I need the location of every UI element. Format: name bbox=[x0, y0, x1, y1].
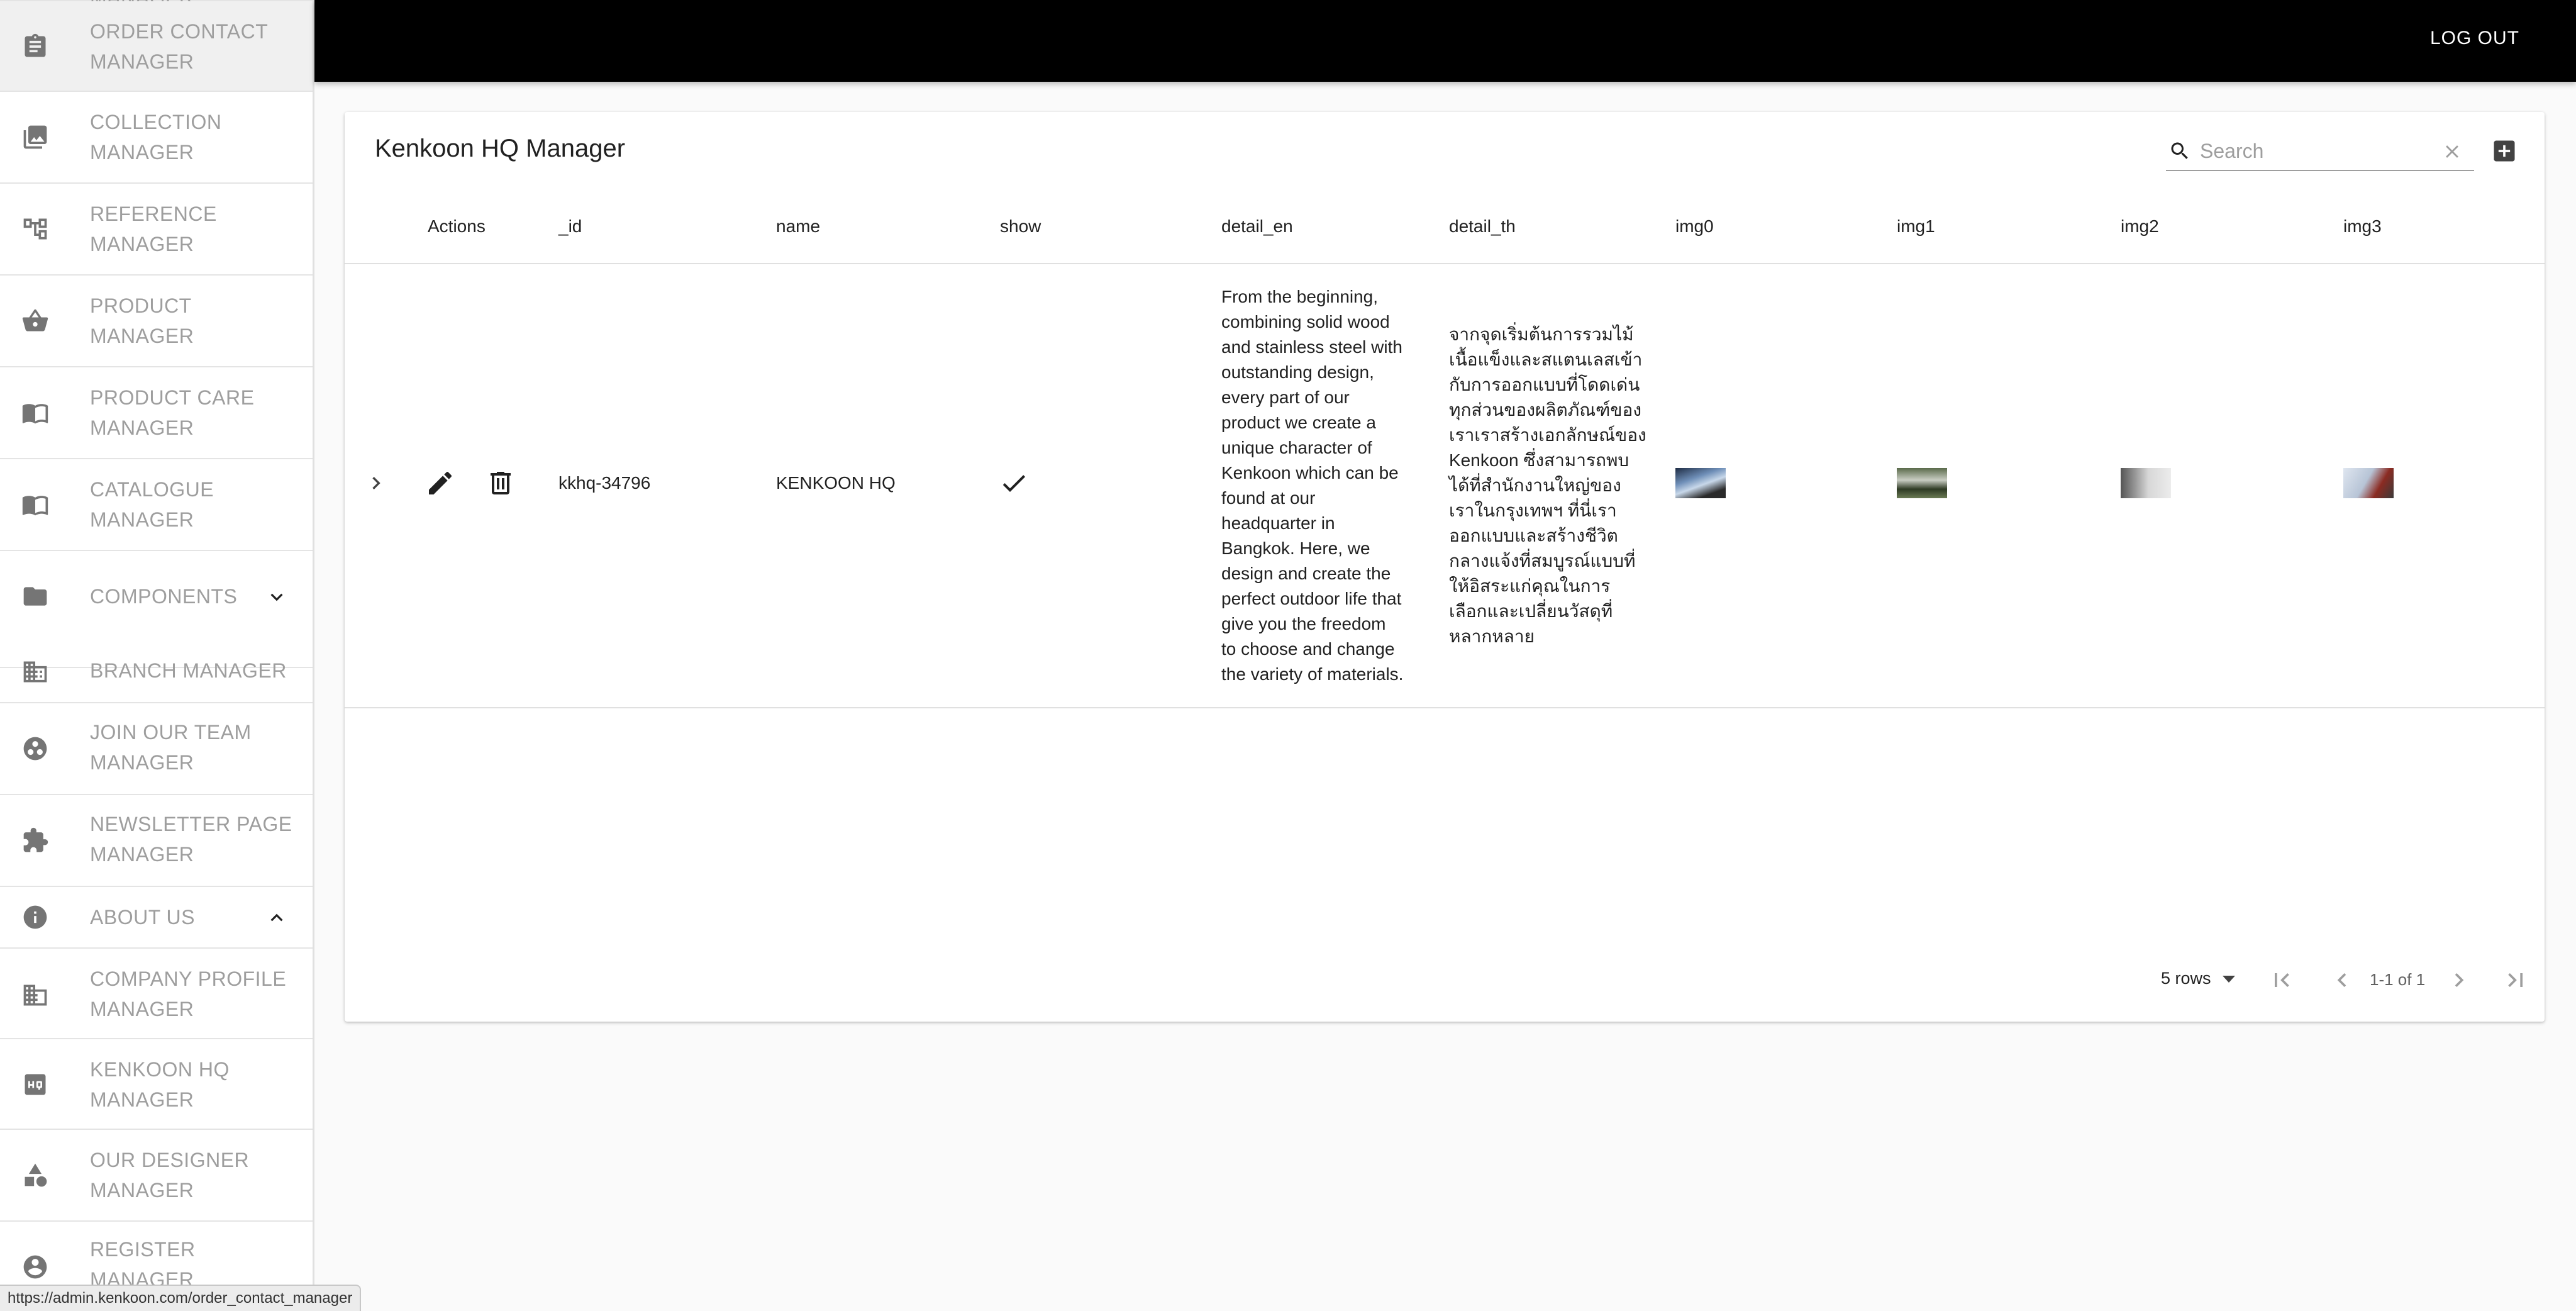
category-icon bbox=[21, 1161, 49, 1189]
sidebar-item-catalogue-manager[interactable]: CATALOGUE MANAGER bbox=[0, 459, 313, 551]
clipboard-icon bbox=[21, 33, 49, 60]
next-page-icon[interactable] bbox=[2445, 966, 2473, 994]
last-page-icon[interactable] bbox=[2502, 966, 2529, 994]
rows-per-page-select[interactable]: 5 rows bbox=[2161, 969, 2235, 988]
thumbnail-img0[interactable] bbox=[1675, 468, 1726, 498]
page-info: 1-1 of 1 bbox=[2370, 970, 2426, 989]
photo-library-icon bbox=[21, 123, 49, 151]
cell-name: KENKOON HQ bbox=[776, 473, 896, 493]
column-header-name[interactable]: name bbox=[776, 216, 820, 237]
folder-icon bbox=[21, 583, 49, 610]
sidebar-item-label: JOIN OUR TEAM MANAGER bbox=[90, 721, 252, 774]
column-header-img2[interactable]: img2 bbox=[2121, 216, 2159, 237]
check-icon bbox=[999, 468, 1029, 498]
sidebar-item-about-us[interactable]: ABOUT US bbox=[0, 887, 313, 949]
dropdown-arrow-icon bbox=[2222, 976, 2235, 983]
hq-icon bbox=[21, 1071, 49, 1098]
domain-icon bbox=[21, 981, 49, 1009]
sidebar-item-label: KENKOON HQ MANAGER bbox=[90, 1058, 230, 1111]
delete-icon[interactable] bbox=[486, 468, 516, 498]
sidebar-item-label: NEWSLETTER PAGE MANAGER bbox=[90, 813, 292, 866]
sidebar-item-label: CATALOGUE MANAGER bbox=[90, 478, 214, 531]
sidebar-item-reference-manager[interactable]: REFERENCE MANAGER bbox=[0, 184, 313, 276]
thumbnail-img2[interactable] bbox=[2121, 468, 2171, 498]
column-header-detail-en[interactable]: detail_en bbox=[1221, 216, 1293, 237]
sidebar-item-order-contact-manager[interactable]: ORDER CONTACT MANAGER bbox=[0, 1, 313, 92]
column-header-img0[interactable]: img0 bbox=[1675, 216, 1714, 237]
info-icon bbox=[21, 903, 49, 931]
thumbnail-img1[interactable] bbox=[1897, 468, 1947, 498]
sidebar-item-label: OUR DESIGNER MANAGER bbox=[90, 1149, 250, 1202]
basket-icon bbox=[21, 307, 49, 335]
table-card: Kenkoon HQ Manager Actions _id name show… bbox=[345, 112, 2545, 1022]
chevron-right-icon[interactable] bbox=[364, 471, 389, 496]
sidebar-item-label: ORDER CONTACT MANAGER bbox=[90, 20, 268, 73]
sidebar-item-label: PRODUCT CARE MANAGER bbox=[90, 386, 255, 439]
rows-per-page-value: 5 rows bbox=[2161, 969, 2211, 988]
first-page-icon[interactable] bbox=[2268, 966, 2296, 994]
sidebar-item-collection-manager[interactable]: COLLECTION MANAGER bbox=[0, 92, 313, 184]
sidebar-item-label: PRODUCT MANAGER bbox=[90, 294, 194, 347]
column-header-id[interactable]: _id bbox=[558, 216, 582, 237]
column-header-img1[interactable]: img1 bbox=[1897, 216, 1935, 237]
search-input[interactable] bbox=[2200, 138, 2426, 164]
column-header-actions: Actions bbox=[428, 216, 486, 236]
chevron-down-icon[interactable] bbox=[265, 585, 289, 609]
status-bar-url: https://admin.kenkoon.com/order_contact_… bbox=[0, 1285, 362, 1311]
extension-icon bbox=[21, 827, 49, 854]
cell-detail-th: จากจุดเริ่มต้นการรวมไม้ เนื้อแข็งและสแตน… bbox=[1449, 325, 1646, 646]
search-icon bbox=[2168, 140, 2191, 162]
column-header-img3[interactable]: img3 bbox=[2343, 216, 2382, 237]
sidebar-item-kenkoon-hq-manager[interactable]: KENKOON HQ MANAGER bbox=[0, 1039, 313, 1130]
previous-page-icon[interactable] bbox=[2328, 966, 2356, 994]
divider bbox=[345, 707, 2545, 708]
thumbnail-img3[interactable] bbox=[2343, 468, 2394, 498]
sidebar-item-branch-manager[interactable]: BRANCH MANAGER bbox=[0, 642, 313, 703]
app-bar: LOG OUT bbox=[314, 0, 2576, 82]
column-header-show[interactable]: show bbox=[1000, 216, 1041, 237]
logout-button[interactable]: LOG OUT bbox=[2430, 28, 2519, 49]
group-work-icon bbox=[21, 735, 49, 762]
sidebar-item-company-profile-manager[interactable]: COMPANY PROFILE MANAGER bbox=[0, 949, 313, 1039]
cell-detail-en: From the beginning, combining solid wood… bbox=[1221, 287, 1404, 684]
divider bbox=[345, 263, 2545, 264]
search-field[interactable] bbox=[2166, 131, 2474, 171]
edit-icon[interactable] bbox=[425, 468, 455, 498]
sidebar-item-newsletter-page-manager[interactable]: NEWSLETTER PAGE MANAGER bbox=[0, 795, 313, 887]
add-icon[interactable] bbox=[2490, 137, 2518, 165]
sidebar: MANAGER ORDER CONTACT MANAGER COLLECTION… bbox=[0, 0, 314, 1311]
open-book-icon bbox=[21, 491, 49, 518]
sidebar-item-our-designer-manager[interactable]: OUR DESIGNER MANAGER bbox=[0, 1130, 313, 1222]
column-header-detail-th[interactable]: detail_th bbox=[1449, 216, 1516, 237]
account-tree-icon bbox=[21, 215, 49, 243]
sidebar-item-join-our-team-manager[interactable]: JOIN OUR TEAM MANAGER bbox=[0, 703, 313, 795]
sidebar-item-product-care-manager[interactable]: PRODUCT CARE MANAGER bbox=[0, 367, 313, 459]
account-circle-icon bbox=[21, 1253, 49, 1281]
sidebar-item-label: REFERENCE MANAGER bbox=[90, 203, 217, 255]
open-book-icon bbox=[21, 399, 49, 427]
sidebar-item-label: BRANCH MANAGER bbox=[90, 659, 287, 682]
cell-id: kkhq-34796 bbox=[558, 473, 651, 493]
business-icon bbox=[21, 658, 49, 686]
chevron-up-icon[interactable] bbox=[265, 906, 289, 930]
clear-search-icon[interactable] bbox=[2441, 141, 2463, 162]
sidebar-item-product-manager[interactable]: PRODUCT MANAGER bbox=[0, 276, 313, 367]
sidebar-item-label: COMPANY PROFILE MANAGER bbox=[90, 968, 287, 1020]
pagination: 5 rows 1-1 of 1 bbox=[345, 955, 2545, 1005]
sidebar-item-label: COLLECTION MANAGER bbox=[90, 111, 222, 164]
page-title: Kenkoon HQ Manager bbox=[375, 135, 626, 162]
